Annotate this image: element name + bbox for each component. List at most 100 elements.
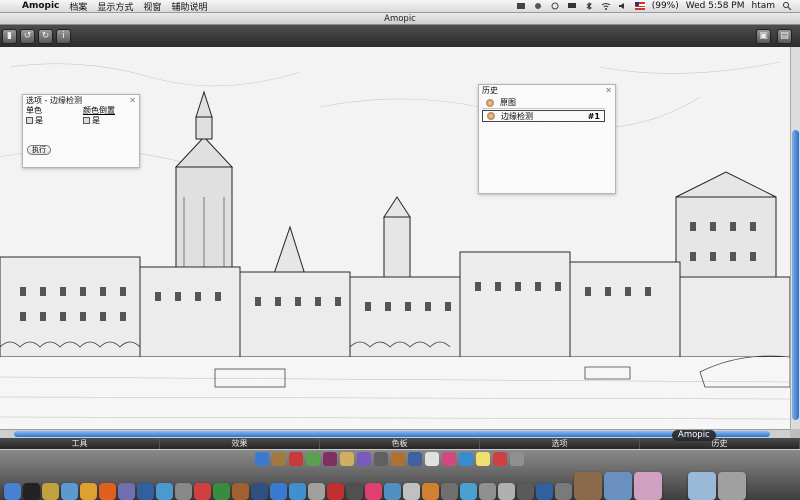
app-icon[interactable] [42, 483, 59, 500]
history-item-label: 边缘检测 [501, 111, 533, 121]
app-icon[interactable] [460, 483, 477, 500]
app-icon[interactable] [327, 483, 344, 500]
app-icon[interactable] [479, 483, 496, 500]
app-icon[interactable] [289, 483, 306, 500]
invert-checkbox[interactable] [83, 117, 90, 124]
knife-icon[interactable] [374, 452, 388, 466]
menu-view[interactable]: 显示方式 [97, 0, 133, 13]
trash-icon[interactable] [718, 472, 746, 500]
app-icon[interactable] [118, 483, 135, 500]
menu-app-name[interactable]: Amopic [22, 1, 59, 11]
us-flag-icon[interactable] [634, 2, 645, 10]
globe-icon[interactable] [459, 452, 473, 466]
wifi-icon[interactable] [601, 2, 611, 10]
app-icon[interactable] [232, 483, 249, 500]
tab-tools[interactable]: 工具 [0, 438, 160, 449]
app-icon[interactable] [536, 483, 553, 500]
image-thumbnail-icon [487, 112, 495, 120]
horizontal-scroll-thumb[interactable] [14, 431, 770, 437]
vertical-scroll-thumb[interactable] [792, 130, 799, 420]
dock-tooltip: Amopic [672, 430, 716, 441]
applications-folder-icon[interactable] [688, 472, 716, 500]
clock[interactable]: Wed 5:58 PM [686, 1, 745, 11]
app-icon[interactable] [498, 483, 515, 500]
chrome-icon[interactable] [80, 483, 97, 500]
battery-status[interactable]: (99%) [652, 1, 679, 11]
time-machine-icon[interactable] [550, 2, 560, 10]
monitor-icon[interactable] [408, 452, 422, 466]
history-item-original[interactable]: 原图 [482, 97, 605, 109]
app-icon[interactable] [308, 483, 325, 500]
arrow-icon[interactable] [357, 452, 371, 466]
history-panel: 历史 ✕ 原图 边缘检测 #1 [478, 84, 616, 194]
document-icon[interactable] [574, 472, 602, 500]
save-icon[interactable]: ▤ [777, 28, 792, 44]
app-icon[interactable] [137, 483, 154, 500]
app-icon[interactable] [517, 483, 534, 500]
app-icon[interactable] [365, 483, 382, 500]
share-icon[interactable]: ▣ [756, 28, 771, 44]
bar-chart-icon[interactable] [493, 452, 507, 466]
menu-help[interactable]: 辅助说明 [171, 0, 207, 13]
app-icon[interactable] [194, 483, 211, 500]
monochrome-checkbox[interactable] [26, 117, 33, 124]
ink-icon[interactable] [272, 452, 286, 466]
film-icon[interactable] [323, 452, 337, 466]
display-icon[interactable] [567, 2, 577, 10]
color-picker-icon[interactable] [289, 452, 303, 466]
tab-options[interactable]: 选项 [480, 438, 640, 449]
spotlight-icon[interactable] [782, 2, 792, 10]
tab-effects[interactable]: 效果 [160, 438, 320, 449]
photos-icon[interactable] [604, 472, 632, 500]
run-button[interactable]: 执行 [27, 145, 51, 155]
app-icon[interactable] [251, 483, 268, 500]
image-thumbnail-icon [486, 98, 494, 107]
invert-color-label: 颜色倒置 [83, 106, 115, 115]
sidebar-toggle-icon[interactable]: ▮ [2, 28, 17, 44]
firefox-icon[interactable] [99, 483, 116, 500]
app-icon[interactable] [422, 483, 439, 500]
app-icon[interactable] [175, 483, 192, 500]
app-icon[interactable] [555, 483, 572, 500]
tab-history[interactable]: 历史 [640, 438, 800, 449]
bulb-icon[interactable] [476, 452, 490, 466]
volume-icon[interactable] [618, 2, 628, 10]
undo-icon[interactable]: ↺ [20, 28, 35, 44]
invert-checkbox-wrap[interactable]: 是 [83, 116, 100, 126]
app-icon[interactable] [270, 483, 287, 500]
redo-icon[interactable]: ↻ [38, 28, 53, 44]
user-name[interactable]: htam [751, 1, 775, 11]
water-drop-icon[interactable] [255, 452, 269, 466]
status-icon[interactable] [533, 2, 543, 10]
menu-bar: Amopic 档案 显示方式 视窗 辅助说明 (99%) Wed 5:58 PM… [0, 0, 800, 13]
history-item-edge-detect[interactable]: 边缘检测 #1 [482, 110, 605, 122]
app-icon[interactable] [384, 483, 401, 500]
app-icon[interactable] [213, 483, 230, 500]
crop-icon[interactable] [391, 452, 405, 466]
vertical-scrollbar[interactable] [790, 47, 800, 429]
picture-icon[interactable] [425, 452, 439, 466]
shell-icon[interactable] [340, 452, 354, 466]
amopic-icon[interactable] [634, 472, 662, 500]
menu-file[interactable]: 档案 [69, 0, 87, 13]
tab-swatches[interactable]: 色板 [320, 438, 480, 449]
menu-window[interactable]: 视窗 [143, 0, 161, 13]
finder-icon[interactable] [4, 483, 21, 500]
app-icon[interactable] [441, 483, 458, 500]
monochrome-label: 单色 [26, 106, 42, 115]
safari-icon[interactable] [61, 483, 78, 500]
palette-icon[interactable] [442, 452, 456, 466]
app-icon[interactable] [403, 483, 420, 500]
close-icon[interactable]: ✕ [605, 85, 612, 96]
app-icon[interactable] [156, 483, 173, 500]
box-icon[interactable] [510, 452, 524, 466]
info-icon[interactable]: i [56, 28, 71, 44]
tree-icon[interactable] [306, 452, 320, 466]
bluetooth-icon[interactable] [584, 2, 594, 10]
app-icon[interactable] [346, 483, 363, 500]
terminal-icon[interactable] [23, 483, 40, 500]
close-icon[interactable]: ✕ [129, 95, 136, 106]
dropbox-icon[interactable] [516, 2, 526, 10]
monochrome-checkbox-wrap[interactable]: 是 [26, 116, 83, 126]
effects-tool-row [255, 452, 524, 466]
